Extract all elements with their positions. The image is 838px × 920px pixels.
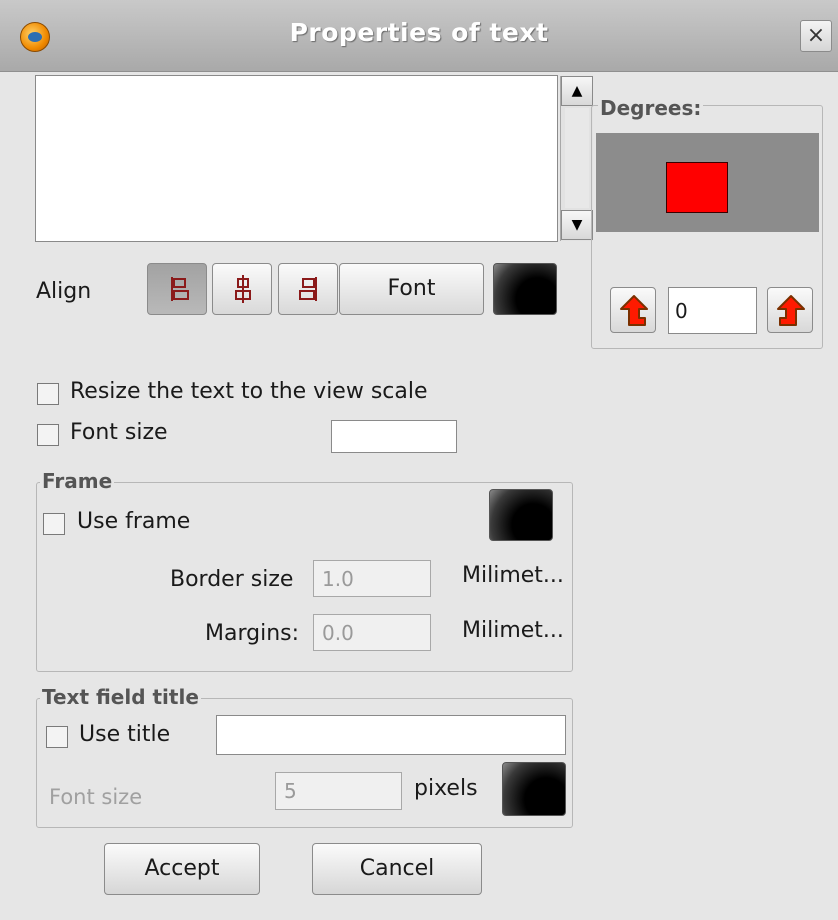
accept-button[interactable]: Accept (104, 843, 260, 895)
align-center-button[interactable] (212, 263, 272, 315)
font-size-checkbox[interactable] (37, 424, 59, 446)
title-input[interactable] (216, 715, 566, 755)
use-frame-checkbox[interactable] (43, 513, 65, 535)
rotate-right-button[interactable] (767, 287, 813, 333)
rotate-left-button[interactable] (610, 287, 656, 333)
cancel-button[interactable]: Cancel (312, 843, 482, 895)
text-area[interactable]: ▲ ▼ (35, 75, 593, 242)
margins-label: Margins: (205, 621, 300, 646)
degrees-legend: Degrees: (598, 96, 704, 120)
degrees-input[interactable]: 0 (668, 287, 757, 334)
close-button[interactable]: × (800, 20, 832, 52)
margins-input[interactable]: 0.0 (313, 614, 431, 651)
border-size-unit: Milimet... (462, 563, 564, 588)
border-size-input[interactable]: 1.0 (313, 560, 431, 597)
pixels-label: pixels (414, 776, 478, 801)
align-right-button[interactable] (278, 263, 338, 315)
font-button[interactable]: Font (339, 263, 484, 315)
use-title-checkbox[interactable] (46, 726, 68, 748)
scroll-track[interactable] (565, 108, 589, 208)
resize-label: Resize the text to the view scale (70, 379, 428, 404)
scroll-up-icon[interactable]: ▲ (561, 76, 593, 106)
rotate-right-arrow-icon (777, 295, 805, 326)
use-frame-label: Use frame (77, 509, 191, 534)
font-size-input[interactable] (331, 420, 457, 453)
align-center-icon (235, 275, 251, 303)
align-label: Align (36, 279, 92, 304)
align-left-button[interactable] (147, 263, 207, 315)
margins-unit: Milimet... (462, 618, 564, 643)
text-field-title-legend: Text field title (40, 685, 201, 709)
rotation-preview-rect (666, 162, 728, 213)
title-font-size-input[interactable]: 5 (275, 772, 402, 810)
use-title-label: Use title (79, 722, 171, 747)
vertical-scrollbar[interactable]: ▲ ▼ (560, 76, 593, 241)
window-title: Properties of text (289, 18, 549, 47)
border-size-label: Border size (170, 567, 294, 592)
resize-checkbox[interactable] (37, 383, 59, 405)
align-right-icon (299, 277, 317, 301)
font-size-label: Font size (70, 420, 168, 445)
scroll-down-icon[interactable]: ▼ (561, 210, 593, 240)
title-color-button[interactable] (502, 762, 566, 816)
title-font-size-label: Font size (49, 785, 143, 809)
rotate-left-arrow-icon (620, 295, 648, 326)
frame-legend: Frame (40, 469, 115, 493)
align-left-icon (171, 277, 189, 301)
frame-color-button[interactable] (489, 489, 553, 541)
text-color-button[interactable] (493, 263, 557, 315)
